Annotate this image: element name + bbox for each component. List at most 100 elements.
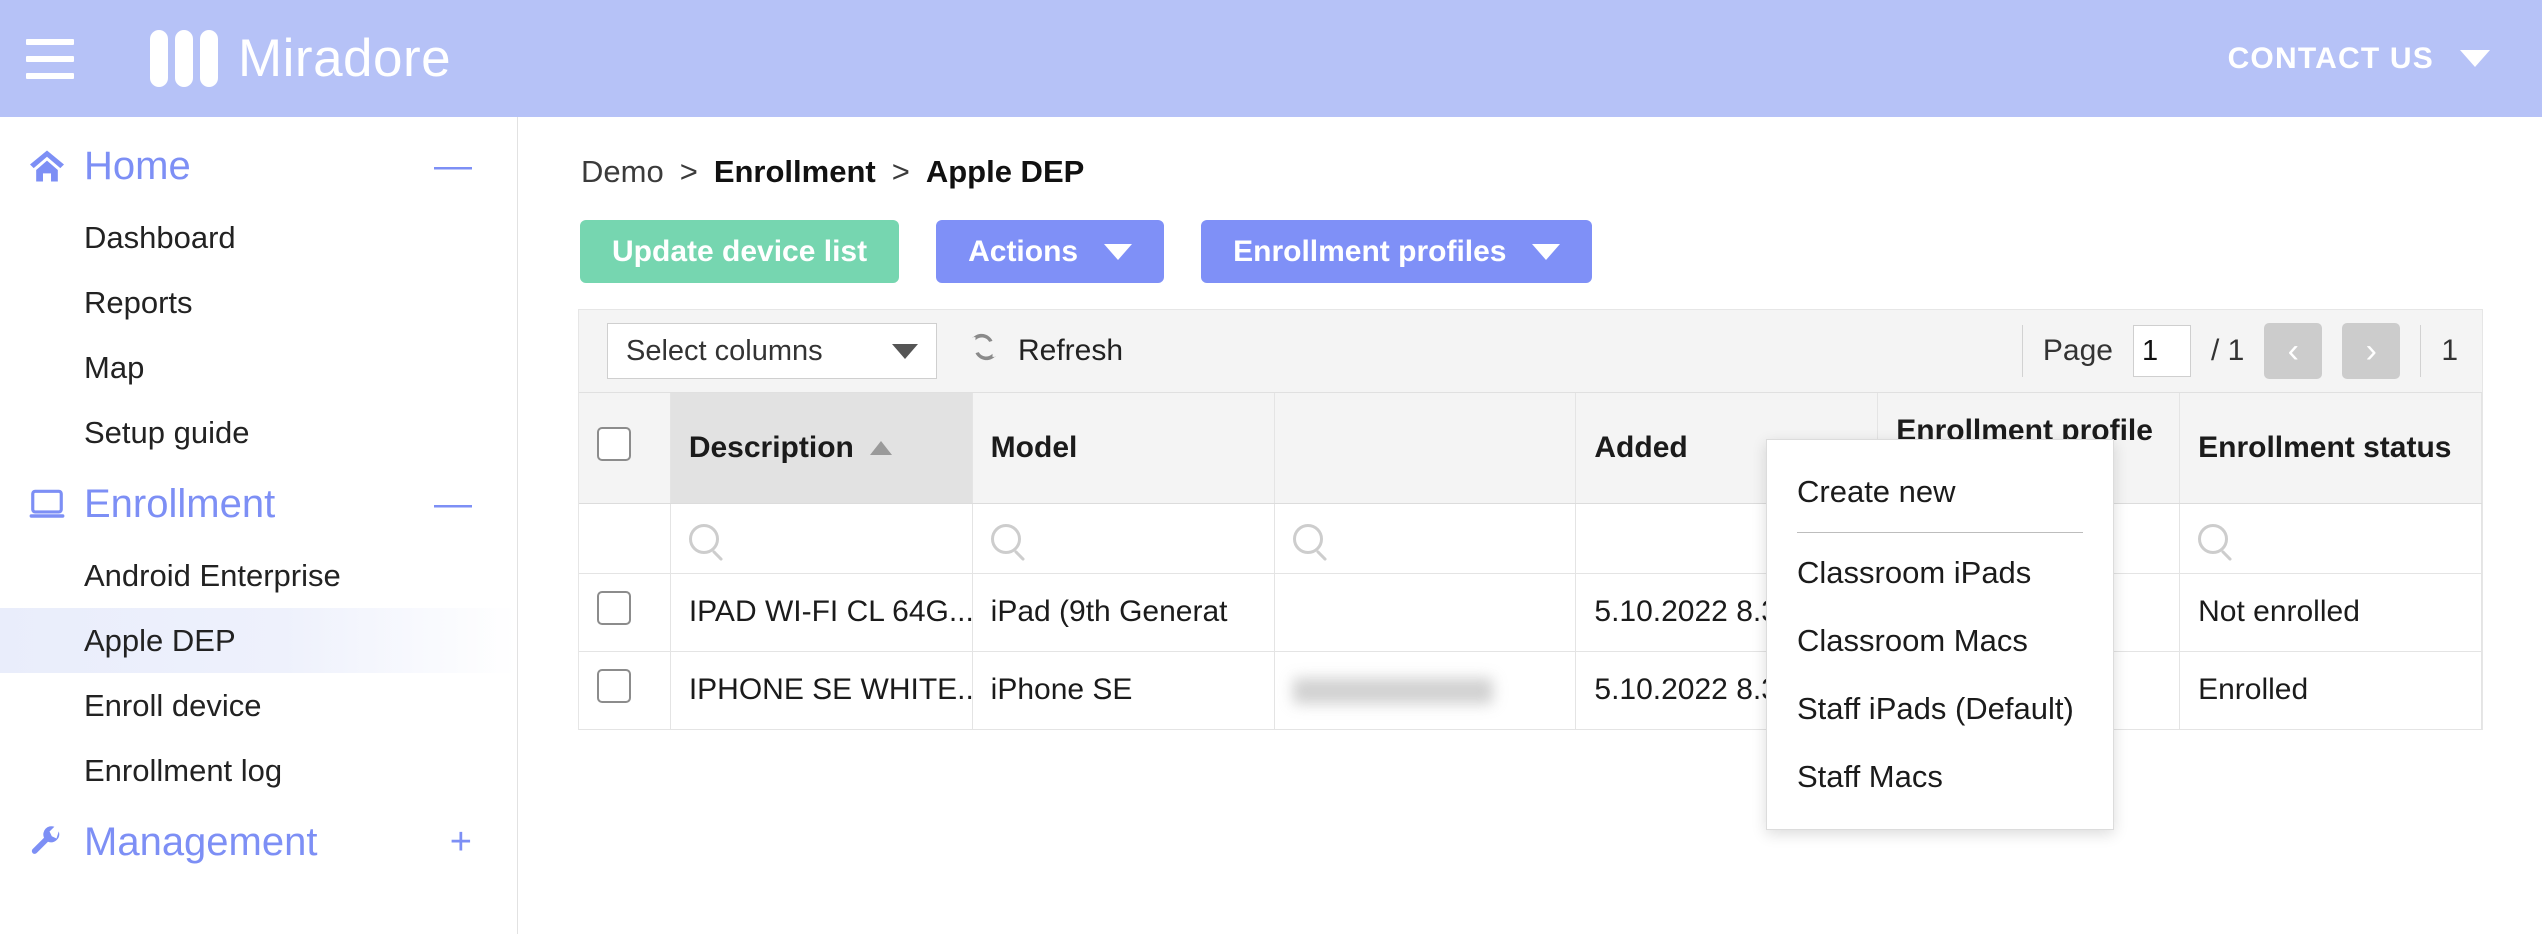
sidebar-group-label: Enrollment [84,481,276,526]
filter-serial[interactable] [1274,503,1577,574]
enrollment-profiles-menu: Create new Classroom iPads Classroom Mac… [1766,439,2114,830]
action-button-row: Update device list Actions Enrollment pr… [519,190,2542,283]
sidebar-group-enrollment[interactable]: Enrollment — [0,465,517,543]
toolbar-divider [2420,325,2422,377]
select-all-checkbox[interactable] [597,426,631,461]
filter-enrollment-status[interactable] [2179,503,2482,574]
filter-cell-empty [579,503,671,574]
menu-item-classroom-macs[interactable]: Classroom Macs [1767,607,2113,675]
column-header-serial[interactable] [1274,393,1577,504]
laptop-icon [28,488,70,520]
table-toolbar: Select columns Refresh Page / 1 ‹ › [579,310,2482,393]
sidebar-item-android-enterprise[interactable]: Android Enterprise [0,543,517,608]
logo-bar [200,30,218,87]
search-icon [688,524,719,555]
sidebar-group-label: Home [84,143,191,188]
column-label: Enrollment status [2198,430,2452,464]
cell-enrollment-status: Not enrolled [2179,573,2482,652]
miradore-mark-icon [150,30,218,87]
top-app-bar: Miradore CONTACT US [0,0,2542,117]
actions-dropdown-button[interactable]: Actions [936,220,1165,283]
hamburger-line [26,38,74,45]
brand-logo[interactable]: Miradore [150,30,451,87]
enrollment-profiles-dropdown-button[interactable]: Enrollment profiles [1201,220,1593,283]
sidebar-group-management[interactable]: Management + [0,803,517,881]
hamburger-line [26,55,74,62]
sidebar-item-map[interactable]: Map [0,335,517,400]
logo-bar [175,30,193,87]
breadcrumb-level2: Apple DEP [925,154,1085,189]
column-header-enrollment-status[interactable]: Enrollment status [2179,393,2482,504]
contact-us-menu[interactable]: CONTACT US [2228,42,2490,76]
page-total-label: / 1 [2210,334,2245,367]
expand-toggle-icon[interactable]: + [450,823,472,861]
collapse-toggle-icon[interactable]: — [434,485,472,523]
page-number-input[interactable] [2132,325,2191,377]
collapse-toggle-icon[interactable]: — [434,147,472,185]
filter-description[interactable] [670,503,973,574]
filter-model[interactable] [972,503,1275,574]
cell-serial [1274,573,1577,652]
row-checkbox[interactable] [597,591,631,625]
table-row[interactable]: IPAD WI-FI CL 64G... iPad (9th Generat 5… [579,573,2482,652]
chevron-down-icon [2460,50,2490,67]
contact-us-label: CONTACT US [2227,41,2434,75]
breadcrumb: Demo > Enrollment > Apple DEP [519,117,2542,190]
update-device-list-button[interactable]: Update device list [580,220,900,283]
sidebar-item-reports[interactable]: Reports [0,270,517,335]
menu-separator [1797,532,2083,533]
breadcrumb-level1[interactable]: Enrollment [714,154,876,190]
cell-model: iPhone SE [972,651,1275,730]
menu-item-create-new[interactable]: Create new [1767,458,2113,526]
select-all-header [579,393,671,504]
main-content: Demo > Enrollment > Apple DEP Update dev… [519,117,2542,934]
sidebar-item-apple-dep[interactable]: Apple DEP [0,608,517,673]
sidebar-item-enroll-device[interactable]: Enroll device [0,673,517,738]
next-page-button[interactable]: › [2342,323,2401,379]
pagination: Page / 1 ‹ › 1 [2021,323,2458,379]
row-checkbox[interactable] [597,669,631,703]
row-select-cell [579,573,671,652]
breadcrumb-separator: > [891,154,910,189]
column-label: Description [688,430,854,464]
select-columns-dropdown[interactable]: Select columns [607,323,937,379]
sidebar-item-setup-guide[interactable]: Setup guide [0,400,517,465]
hamburger-menu-icon[interactable] [26,38,74,79]
toolbar-divider [2021,325,2023,377]
sort-ascending-icon [869,440,892,455]
menu-item-staff-ipads-default[interactable]: Staff iPads (Default) [1767,675,2113,743]
page-label: Page [2042,334,2113,367]
table-row[interactable]: IPHONE SE WHITE... iPhone SE 5.10.2022 8… [579,651,2482,730]
menu-item-classroom-ipads[interactable]: Classroom iPads [1767,539,2113,607]
search-icon [1292,524,1323,555]
sidebar-nav: Home — Dashboard Reports Map Setup guide… [0,117,518,934]
sidebar-group-label: Management [84,819,318,864]
cell-serial [1274,651,1577,730]
refresh-label: Refresh [1018,334,1124,367]
actions-label: Actions [968,234,1079,268]
chevron-down-icon [1532,243,1561,260]
table-filter-row [579,503,2482,574]
sidebar-item-dashboard[interactable]: Dashboard [0,205,517,270]
column-header-model[interactable]: Model [972,393,1275,504]
chevron-down-icon [892,343,918,359]
refresh-icon [967,330,1001,372]
column-header-description[interactable]: Description [670,393,973,504]
menu-item-staff-macs[interactable]: Staff Macs [1767,743,2113,811]
row-select-cell [579,651,671,730]
search-icon [2198,524,2229,555]
device-table-panel: Select columns Refresh Page / 1 ‹ › [578,309,2483,730]
chevron-down-icon [1104,243,1133,260]
wrench-icon [28,825,70,859]
cell-enrollment-status: Enrolled [2179,651,2482,730]
search-icon [990,524,1021,555]
breadcrumb-separator: > [679,154,698,189]
breadcrumb-root[interactable]: Demo [581,154,664,190]
refresh-button[interactable]: Refresh [967,330,1123,372]
sidebar-group-home[interactable]: Home — [0,127,517,205]
device-table: Description Model Added Enrollment profi… [579,393,2482,730]
previous-page-button[interactable]: ‹ [2264,323,2323,379]
sidebar-item-enrollment-log[interactable]: Enrollment log [0,738,517,803]
column-label: Model [990,430,1078,464]
brand-name: Miradore [238,29,452,88]
